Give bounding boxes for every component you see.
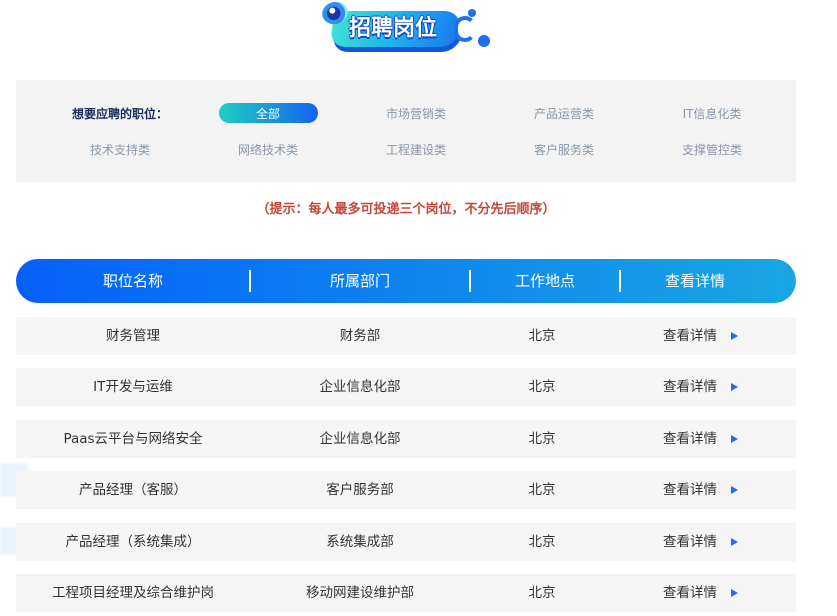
category-customer-service[interactable]: 客户服务类 (490, 137, 638, 161)
category-label: IT信息化类 (682, 106, 742, 121)
category-it[interactable]: IT信息化类 (638, 101, 786, 125)
arrow-right-icon (731, 589, 738, 597)
recruitment-banner: 招聘岗位 (318, 0, 496, 56)
category-label: 全部 (218, 103, 318, 123)
category-label: 网络技术类 (237, 142, 298, 157)
category-network-tech[interactable]: 网络技术类 (194, 137, 342, 161)
arrow-right-icon (731, 435, 738, 443)
job-department: 企业信息化部 (319, 379, 401, 395)
job-title: Paas云平台与网络安全 (63, 431, 203, 447)
bubble-dot-icon (478, 35, 490, 47)
job-location: 北京 (528, 482, 556, 498)
view-details-label: 查看详情 (663, 585, 717, 601)
job-title: 产品经理（系统集成） (65, 534, 201, 550)
column-header-location: 工作地点 (514, 272, 575, 290)
category-product-operations[interactable]: 产品运营类 (490, 101, 638, 125)
arrow-right-icon (731, 538, 738, 546)
category-tech-support[interactable]: 技术支持类 (46, 137, 194, 161)
job-row: 产品经理（客服） 客户服务部 北京 查看详情 (16, 471, 796, 509)
job-department: 客户服务部 (326, 482, 394, 498)
view-details-label: 查看详情 (663, 534, 717, 550)
column-header-details: 查看详情 (664, 272, 725, 290)
category-label: 支撑管控类 (681, 142, 742, 157)
view-details-label: 查看详情 (663, 482, 717, 498)
job-location: 北京 (528, 431, 556, 447)
job-row: 工程项目经理及综合维护岗 移动网建设维护部 北京 查看详情 (16, 574, 796, 612)
category-marketing[interactable]: 市场营销类 (342, 101, 490, 125)
view-details-link[interactable]: 查看详情 (620, 317, 781, 355)
category-grid: 想要应聘的职位： 全部 市场营销类 产品运营类 IT信息化类 技术支持类 网络技… (46, 101, 786, 161)
column-header-position: 职位名称 (102, 272, 163, 290)
category-support-control[interactable]: 支撑管控类 (638, 137, 786, 161)
view-details-link[interactable]: 查看详情 (620, 368, 781, 406)
bubble-dot-icon (468, 9, 476, 17)
application-hint: （提示：每人最多可投递三个岗位，不分先后顺序） (256, 202, 556, 217)
category-label: 工程建设类 (385, 142, 446, 157)
job-row: IT开发与运维 企业信息化部 北京 查看详情 (16, 368, 796, 406)
job-department: 移动网建设维护部 (306, 585, 414, 601)
job-location: 北京 (528, 328, 556, 344)
view-details-label: 查看详情 (663, 328, 717, 344)
job-title: 财务管理 (106, 328, 160, 344)
job-department: 财务部 (339, 328, 381, 344)
view-details-link[interactable]: 查看详情 (620, 523, 781, 561)
job-table-header: 职位名称 所属部门 工作地点 查看详情 (16, 259, 796, 303)
banner-title: 招聘岗位 (348, 16, 437, 41)
job-department: 企业信息化部 (319, 431, 401, 447)
category-engineering[interactable]: 工程建设类 (342, 137, 490, 161)
job-title: 产品经理（客服） (79, 482, 187, 498)
job-location: 北京 (528, 585, 556, 601)
job-row: 产品经理（系统集成） 系统集成部 北京 查看详情 (16, 523, 796, 561)
category-label: 技术支持类 (89, 142, 150, 157)
column-header-department: 所属部门 (329, 272, 390, 290)
view-details-link[interactable]: 查看详情 (620, 574, 781, 612)
arrow-right-icon (731, 383, 738, 391)
filter-label: 想要应聘的职位： (71, 106, 168, 121)
job-title: 工程项目经理及综合维护岗 (52, 585, 214, 601)
category-label: 市场营销类 (385, 106, 446, 121)
bubble-ring-icon (454, 16, 476, 42)
category-label: 产品运营类 (533, 106, 594, 121)
job-category-filter: 想要应聘的职位： 全部 市场营销类 产品运营类 IT信息化类 技术支持类 网络技… (16, 80, 796, 182)
arrow-right-icon (731, 332, 738, 340)
job-row: 财务管理 财务部 北京 查看详情 (16, 317, 796, 355)
job-title: IT开发与运维 (93, 379, 173, 395)
job-location: 北京 (528, 534, 556, 550)
view-details-label: 查看详情 (663, 431, 717, 447)
view-details-link[interactable]: 查看详情 (620, 420, 781, 458)
arrow-right-icon (731, 486, 738, 494)
view-details-label: 查看详情 (663, 379, 717, 395)
category-all[interactable]: 全部 (194, 101, 342, 125)
job-location: 北京 (528, 379, 556, 395)
job-department: 系统集成部 (326, 534, 394, 550)
filter-label-cell: 想要应聘的职位： (46, 101, 194, 125)
category-label: 客户服务类 (533, 142, 594, 157)
job-row: Paas云平台与网络安全 企业信息化部 北京 查看详情 (16, 420, 796, 458)
view-details-link[interactable]: 查看详情 (620, 471, 781, 509)
